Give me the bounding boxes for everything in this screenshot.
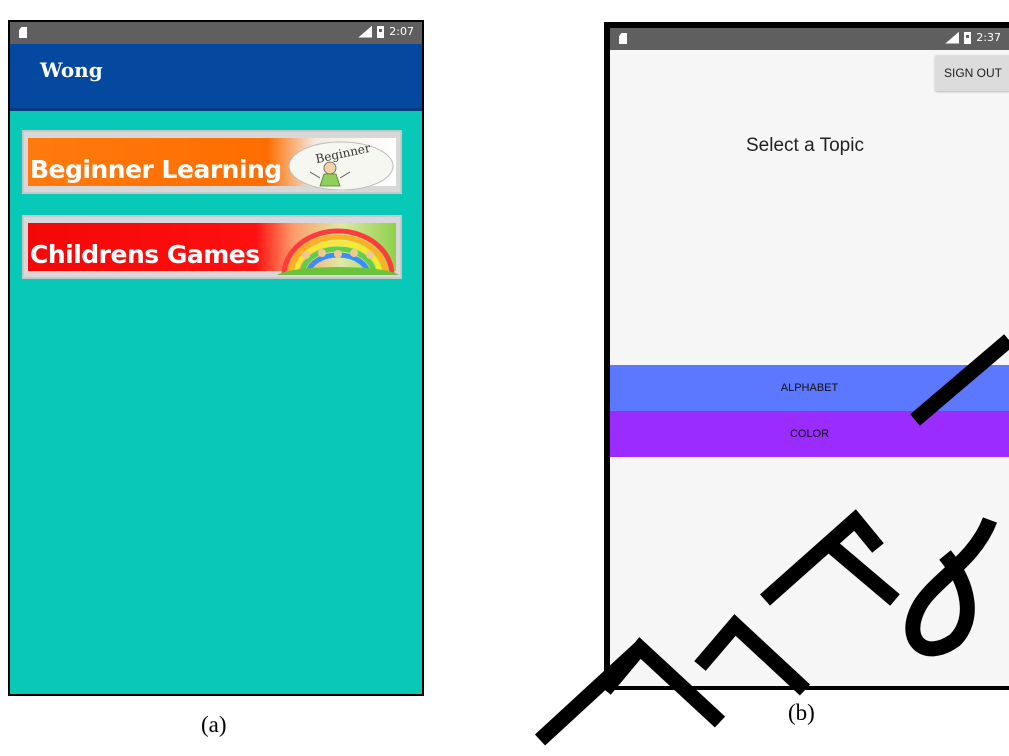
alphabet-button[interactable]: ALPHABET [610, 365, 1009, 411]
sd-card-icon [19, 27, 27, 38]
status-time: 2:37 [976, 31, 1001, 44]
rainbow-illustration-icon [277, 228, 399, 275]
sd-card-icon [619, 33, 627, 44]
sign-out-button[interactable]: SIGN OUT [935, 55, 1009, 91]
childrens-games-banner[interactable]: Childrens Games [22, 215, 402, 279]
battery-icon [964, 31, 972, 44]
caption-a: (a) [201, 712, 227, 737]
signal-icon [945, 31, 960, 44]
status-bar: 2:07 [10, 22, 422, 44]
topic-screen: 2:37 SIGN OUT Select a Topic ALPHABET CO… [610, 28, 1009, 686]
beginner-illustration-icon: Beginner [288, 141, 394, 190]
battery-icon [377, 25, 385, 38]
phone-screen-b: 2:37 SIGN OUT Select a Topic ALPHABET CO… [604, 22, 1009, 690]
beginner-learning-banner[interactable]: Beginner Beginner Learning [22, 130, 402, 194]
beginner-learning-label: Beginner Learning [30, 155, 282, 184]
status-time: 2:07 [389, 25, 414, 38]
phone-screen-a: 2:07 Wong Beginner Beginner Learning Chi… [8, 20, 424, 696]
caption-b: (b) [788, 700, 815, 725]
app-title: Wong [40, 58, 103, 82]
color-button[interactable]: COLOR [610, 411, 1009, 457]
childrens-games-label: Childrens Games [30, 240, 260, 269]
status-bar: 2:37 [610, 28, 1009, 50]
select-topic-heading: Select a Topic [746, 135, 864, 156]
signal-icon [358, 25, 373, 38]
main-screen-a: 2:07 Wong Beginner Beginner Learning Chi… [10, 22, 422, 694]
